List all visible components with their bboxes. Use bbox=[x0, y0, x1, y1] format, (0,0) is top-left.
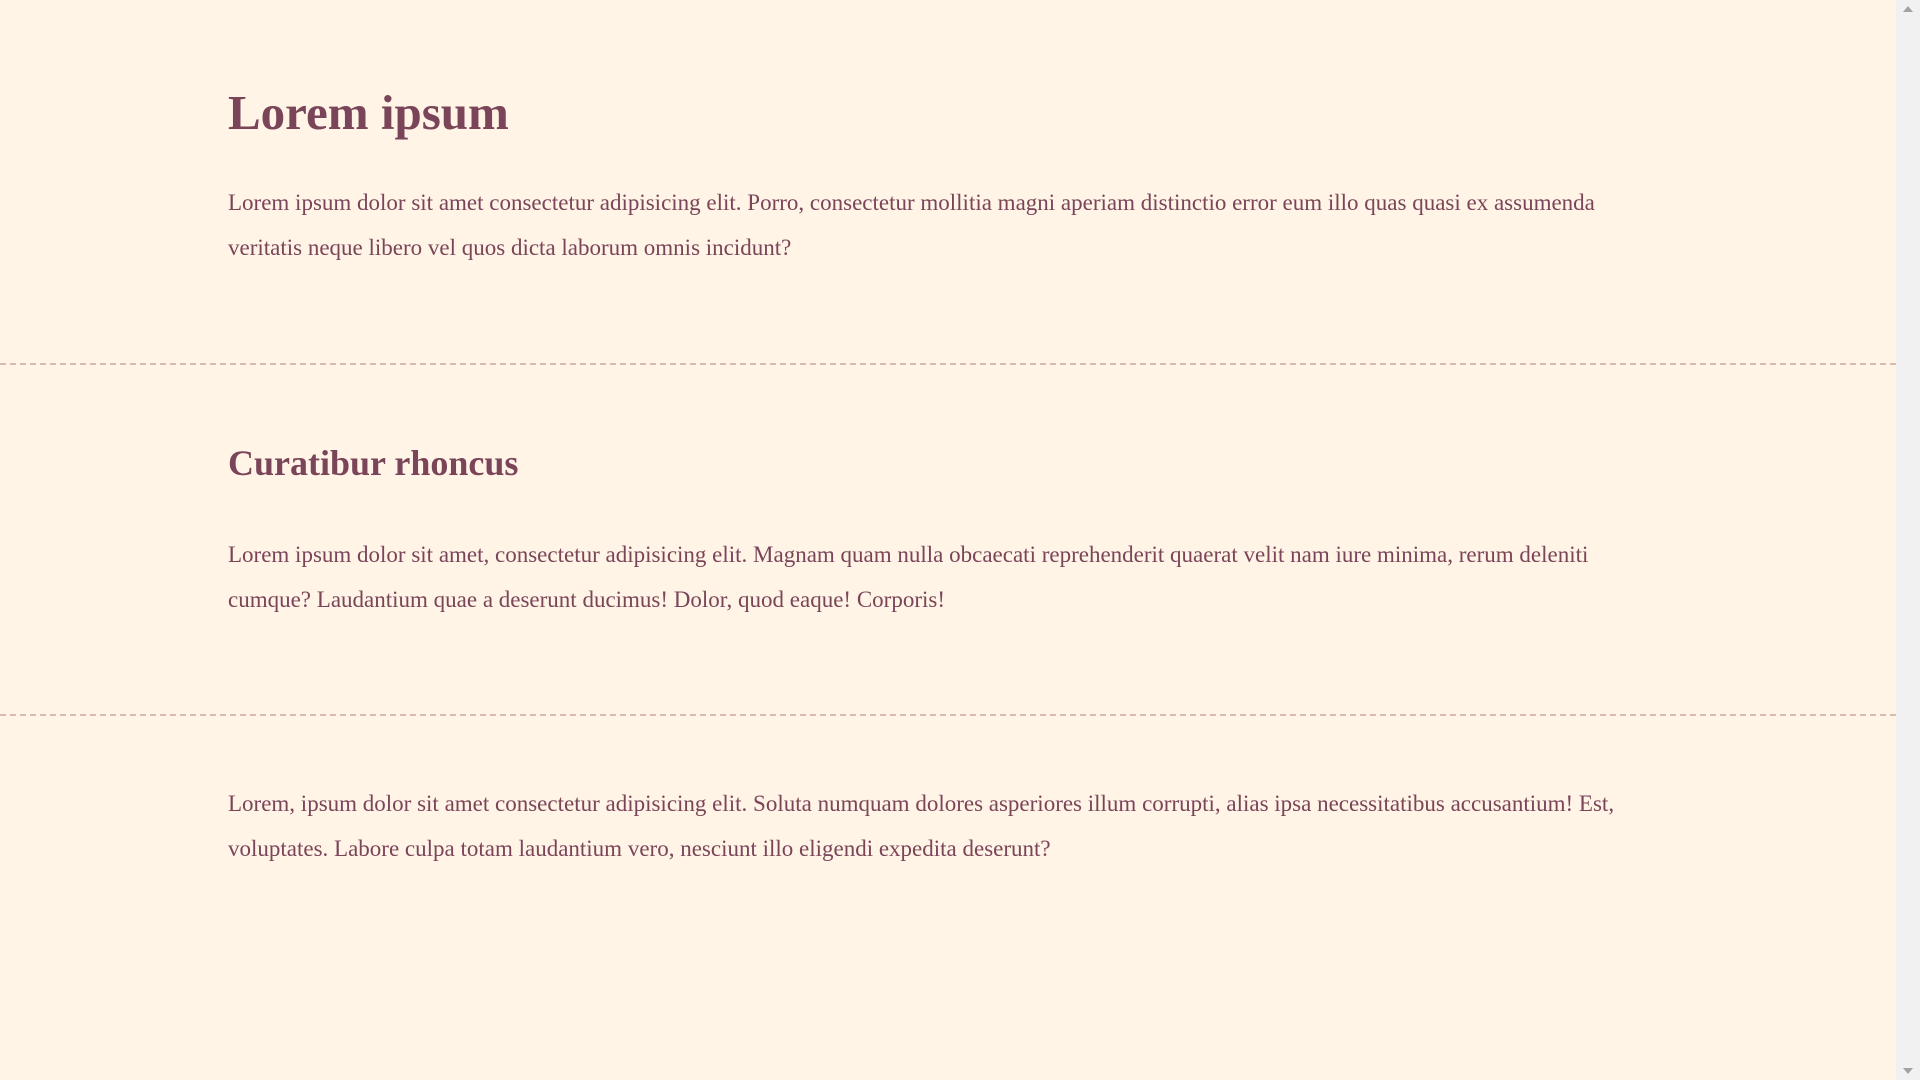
page-title: Lorem ipsum bbox=[228, 85, 509, 140]
chevron-down-icon[interactable] bbox=[1903, 1068, 1913, 1074]
dashed-divider bbox=[0, 714, 1896, 716]
section-paragraph: Lorem ipsum dolor sit amet consectetur a… bbox=[228, 190, 1595, 260]
vertical-scrollbar[interactable] bbox=[1896, 0, 1920, 1080]
chevron-up-icon[interactable] bbox=[1903, 6, 1913, 12]
section-heading: Curatibur rhoncus bbox=[228, 443, 519, 483]
dashed-divider bbox=[0, 363, 1896, 365]
page-content: Lorem ipsum Lorem ipsum dolor sit amet c… bbox=[0, 0, 1896, 1080]
section-paragraph: Lorem ipsum dolor sit amet, consectetur … bbox=[228, 542, 1589, 612]
section-paragraph: Lorem, ipsum dolor sit amet consectetur … bbox=[228, 791, 1615, 861]
